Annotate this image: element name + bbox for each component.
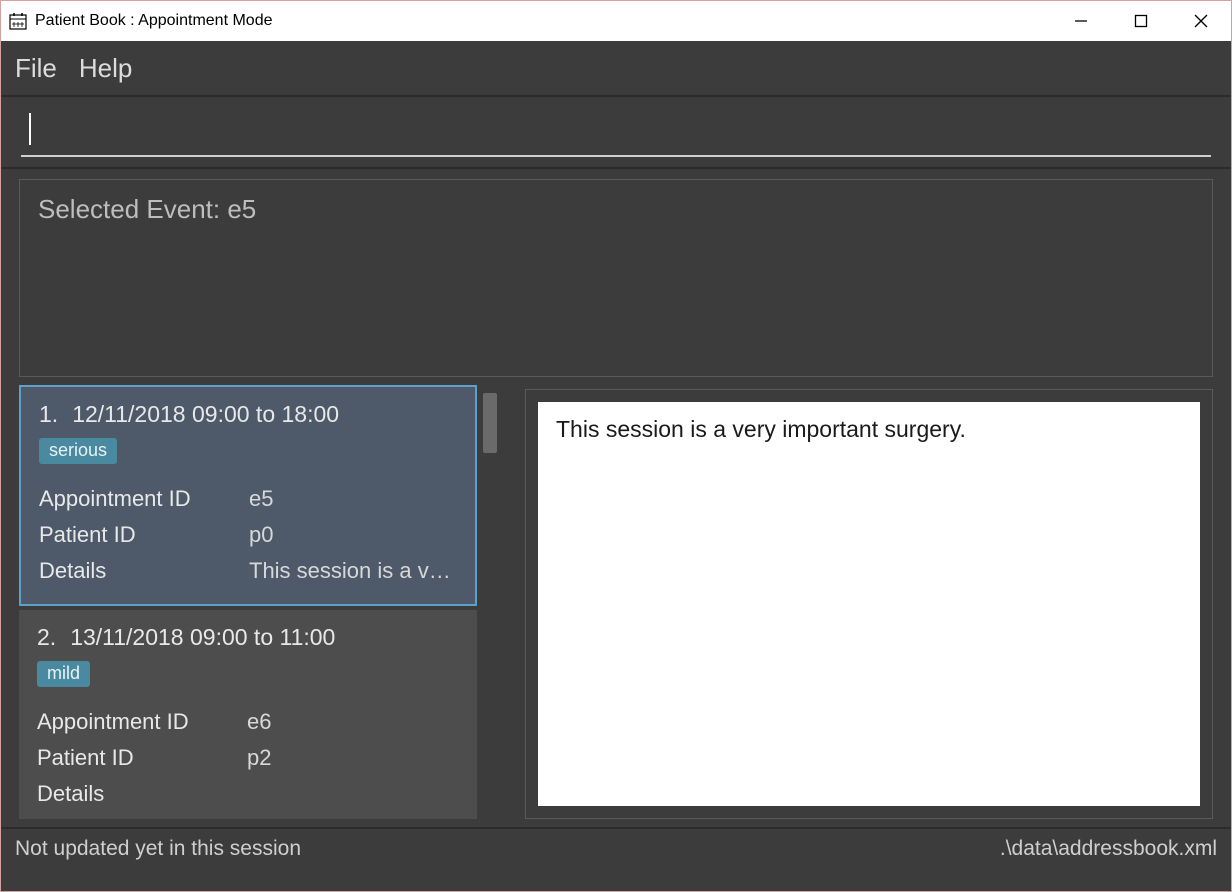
- scrollbar[interactable]: [483, 393, 497, 819]
- appointment-card[interactable]: 2. 13/11/2018 09:00 to 11:00 mild Appoin…: [19, 610, 477, 819]
- patient-id-value: p2: [247, 745, 461, 771]
- titlebar: Patient Book : Appointment Mode: [1, 1, 1231, 41]
- patient-id-label: Patient ID: [39, 522, 249, 548]
- statusbar: Not updated yet in this session .\data\a…: [1, 827, 1231, 869]
- close-button[interactable]: [1171, 1, 1231, 41]
- details-value: [247, 781, 461, 807]
- severity-badge: mild: [37, 661, 90, 687]
- patient-id-value: p0: [249, 522, 459, 548]
- text-caret: [29, 113, 31, 145]
- appointment-id-label: Appointment ID: [39, 486, 249, 512]
- calendar-icon: [9, 12, 27, 30]
- appointment-id-value: e5: [249, 486, 459, 512]
- appointment-index: 1.: [39, 401, 58, 428]
- status-right: .\data\addressbook.xml: [1000, 837, 1217, 861]
- maximize-button[interactable]: [1111, 1, 1171, 41]
- selected-event-panel: Selected Event: e5: [19, 179, 1213, 377]
- menubar: File Help: [1, 41, 1231, 97]
- menu-file[interactable]: File: [15, 53, 57, 84]
- scrollbar-thumb[interactable]: [483, 393, 497, 453]
- detail-pane: This session is a very important surgery…: [538, 402, 1200, 806]
- status-left: Not updated yet in this session: [15, 837, 301, 861]
- minimize-button[interactable]: [1051, 1, 1111, 41]
- detail-pane-frame: This session is a very important surgery…: [525, 389, 1213, 819]
- appointment-index: 2.: [37, 624, 56, 651]
- window-title: Patient Book : Appointment Mode: [35, 12, 272, 30]
- details-label: Details: [37, 781, 247, 807]
- command-row: [1, 97, 1231, 169]
- severity-badge: serious: [39, 438, 117, 464]
- detail-text: This session is a very important surgery…: [556, 416, 966, 442]
- appointment-daterange: 12/11/2018 09:00 to 18:00: [72, 401, 339, 428]
- appointment-id-value: e6: [247, 709, 461, 735]
- details-label: Details: [39, 558, 249, 584]
- selected-event-text: Selected Event: e5: [38, 194, 256, 224]
- appointment-daterange: 13/11/2018 09:00 to 11:00: [70, 624, 335, 651]
- appointment-card[interactable]: 1. 12/11/2018 09:00 to 18:00 serious App…: [19, 385, 477, 606]
- patient-id-label: Patient ID: [37, 745, 247, 771]
- menu-help[interactable]: Help: [79, 53, 132, 84]
- details-value: This session is a very i...: [249, 558, 459, 584]
- appointment-id-label: Appointment ID: [37, 709, 247, 735]
- command-input[interactable]: [21, 107, 1211, 157]
- appointments-list: 1. 12/11/2018 09:00 to 18:00 serious App…: [19, 385, 497, 819]
